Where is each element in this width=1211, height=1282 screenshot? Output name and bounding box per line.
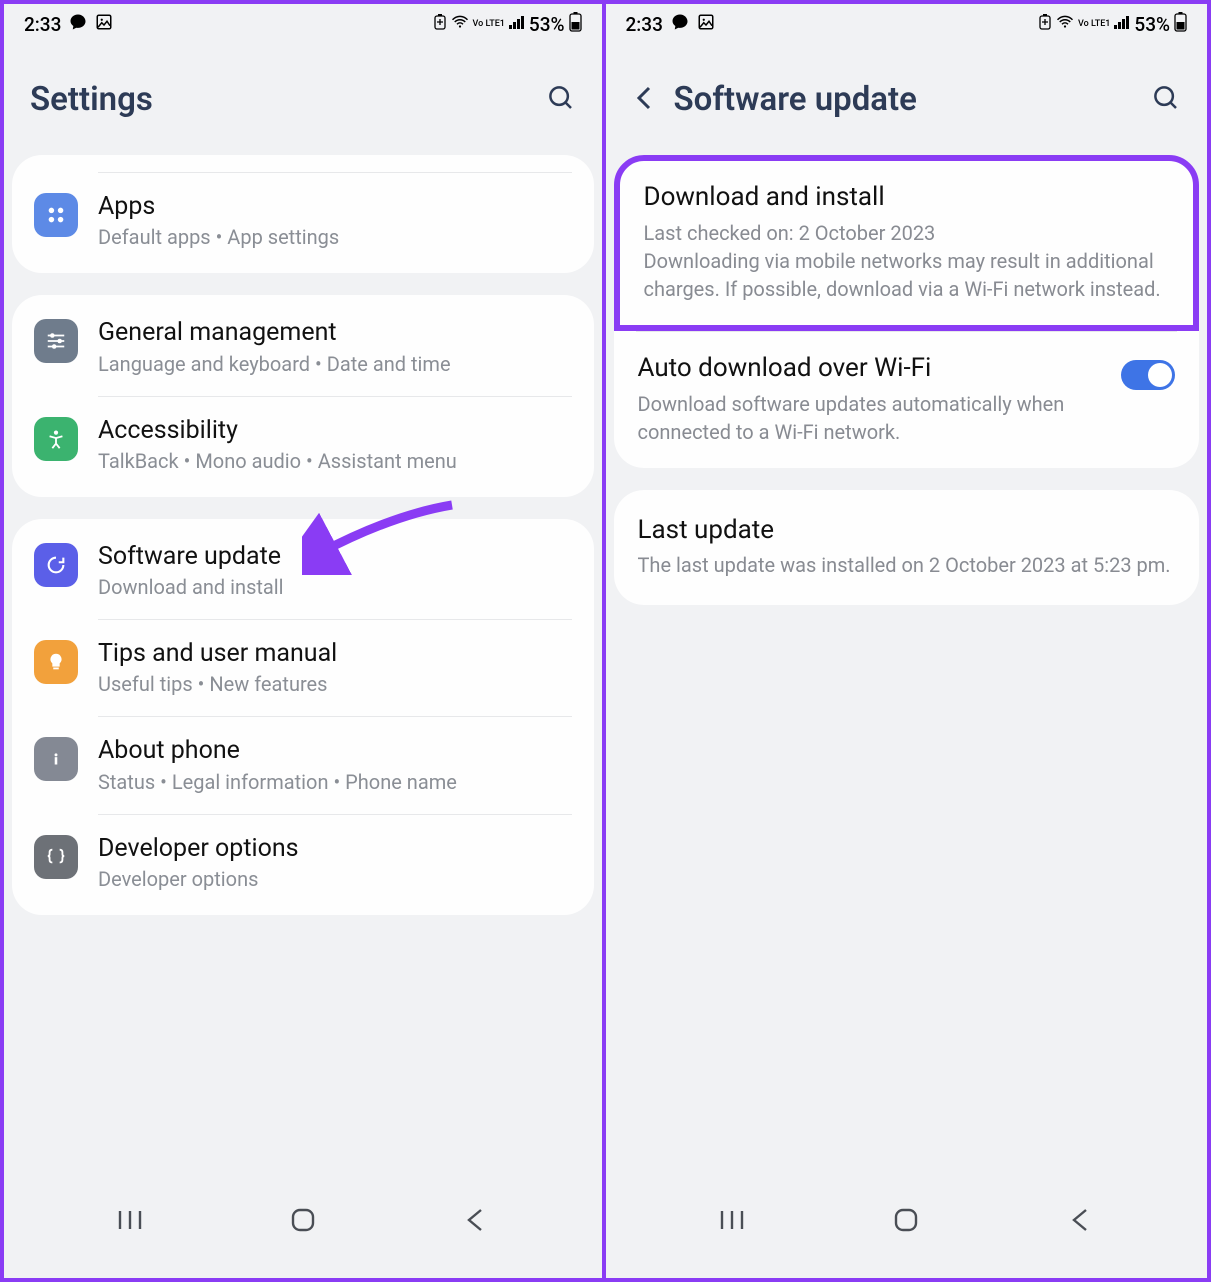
row-download-install[interactable]: Download and install Last checked on: 2 … (614, 155, 1200, 331)
card-software-etc: Software update Download and install Tip… (12, 519, 594, 915)
software-update-content: Download and install Last checked on: 2 … (606, 155, 1208, 1180)
sliders-icon (34, 319, 78, 363)
battery-saver-icon (433, 14, 447, 34)
row-about-phone[interactable]: About phone Status • Legal information •… (12, 717, 594, 813)
recents-button[interactable] (112, 1202, 148, 1238)
row-developer-options[interactable]: Developer options Developer options (12, 815, 594, 911)
battery-percent: 53% (1134, 13, 1170, 36)
item-title: Auto download over Wi-Fi (638, 352, 1104, 386)
chat-bubble-icon (69, 13, 87, 36)
battery-saver-icon (1038, 14, 1052, 34)
row-tips[interactable]: Tips and user manual Useful tips • New f… (12, 620, 594, 716)
volte-label: Vo LTE1 (1078, 20, 1110, 29)
card-last-update: Last update The last update was installe… (614, 490, 1200, 606)
row-sub: Language and keyboard • Date and time (98, 351, 572, 378)
phone-left-settings: 2:33 Vo LTE1 53% Setting (0, 0, 606, 1282)
row-title: About phone (98, 735, 572, 766)
item-title: Last update (638, 514, 1176, 548)
back-button[interactable] (457, 1202, 493, 1238)
row-software-update[interactable]: Software update Download and install (12, 523, 594, 619)
item-title: Download and install (644, 181, 1170, 215)
row-sub: Default apps • App settings (98, 224, 572, 251)
card-apps: Apps Default apps • App settings (12, 155, 594, 273)
volte-label: Vo LTE1 (473, 20, 505, 29)
image-icon (697, 13, 715, 36)
row-sub: Developer options (98, 866, 572, 893)
item-sub: Last checked on: 2 October 2023 Download… (644, 219, 1170, 303)
row-title: Software update (98, 541, 572, 572)
battery-icon (1174, 12, 1187, 36)
card-general-accessibility: General management Language and keyboard… (12, 295, 594, 497)
back-button[interactable] (1062, 1202, 1098, 1238)
row-title: Developer options (98, 833, 572, 864)
row-apps[interactable]: Apps Default apps • App settings (12, 173, 594, 269)
android-navbar (606, 1180, 1208, 1278)
row-title: General management (98, 317, 572, 348)
signal-icon (1114, 15, 1130, 33)
update-icon (34, 543, 78, 587)
row-auto-download[interactable]: Auto download over Wi-Fi Download softwa… (614, 332, 1200, 468)
search-button[interactable] (1151, 83, 1181, 117)
row-title: Tips and user manual (98, 638, 572, 669)
auto-download-toggle[interactable] (1121, 360, 1175, 390)
settings-content: Apps Default apps • App settings General… (4, 155, 602, 1180)
battery-icon (569, 12, 582, 36)
row-sub: Useful tips • New features (98, 671, 572, 698)
chat-bubble-icon (671, 13, 689, 36)
page-title: Software update (674, 80, 1152, 119)
image-icon (95, 13, 113, 36)
home-button[interactable] (285, 1202, 321, 1238)
accessibility-icon (34, 417, 78, 461)
row-last-update[interactable]: Last update The last update was installe… (614, 494, 1200, 602)
status-bar: 2:33 Vo LTE1 53% (606, 4, 1208, 40)
row-accessibility[interactable]: Accessibility TalkBack • Mono audio • As… (12, 397, 594, 493)
settings-header: Settings (4, 40, 602, 155)
row-sub: TalkBack • Mono audio • Assistant menu (98, 448, 572, 475)
row-sub: Status • Legal information • Phone name (98, 769, 572, 796)
status-time: 2:33 (24, 13, 61, 36)
software-update-header: Software update (606, 40, 1208, 155)
row-title: Accessibility (98, 415, 572, 446)
battery-percent: 53% (529, 13, 565, 36)
status-bar: 2:33 Vo LTE1 53% (4, 4, 602, 40)
apps-icon (34, 193, 78, 237)
signal-icon (509, 15, 525, 33)
home-button[interactable] (888, 1202, 924, 1238)
item-sub: The last update was installed on 2 Octob… (638, 551, 1176, 579)
bulb-icon (34, 640, 78, 684)
android-navbar (4, 1180, 602, 1278)
wifi-icon (451, 15, 469, 33)
card-download-auto: Download and install Last checked on: 2 … (614, 155, 1200, 468)
row-title: Apps (98, 191, 572, 222)
search-button[interactable] (546, 83, 576, 117)
item-sub: Download software updates automatically … (638, 390, 1104, 446)
recents-button[interactable] (714, 1202, 750, 1238)
header-back-button[interactable] (632, 84, 656, 116)
status-time: 2:33 (626, 13, 663, 36)
page-title: Settings (30, 80, 546, 119)
phone-right-software-update: 2:33 Vo LTE1 53% (606, 0, 1211, 1282)
info-icon (34, 737, 78, 781)
braces-icon (34, 835, 78, 879)
row-general-management[interactable]: General management Language and keyboard… (12, 299, 594, 395)
row-sub: Download and install (98, 574, 572, 601)
wifi-icon (1056, 15, 1074, 33)
